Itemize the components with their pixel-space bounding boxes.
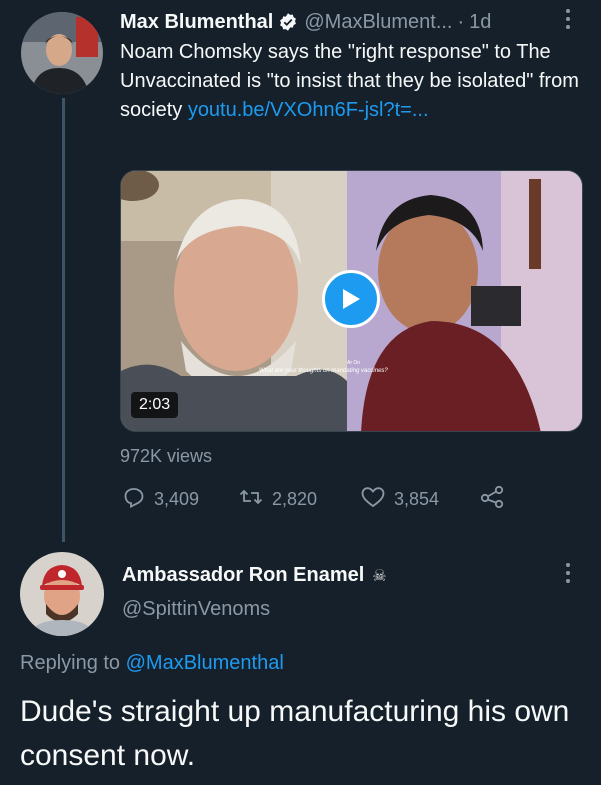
tweet-text: Noam Chomsky says the "right response" t… bbox=[120, 38, 590, 125]
avatar[interactable] bbox=[21, 12, 103, 94]
tweet-header: Max Blumenthal @MaxBlument... · 1d bbox=[120, 8, 590, 36]
more-vertical-icon[interactable] bbox=[562, 562, 574, 588]
tweet-link[interactable]: youtu.be/VXOhn6F-jsl?t=... bbox=[188, 99, 429, 121]
tweet-timestamp[interactable]: 1d bbox=[469, 11, 491, 34]
like-button[interactable]: 3,854 bbox=[360, 485, 439, 514]
skull-crossbones-icon: ☠ bbox=[372, 567, 387, 585]
retweet-icon bbox=[238, 485, 272, 514]
retweet-button[interactable]: 2,820 bbox=[238, 485, 317, 514]
reply-author-row: Ambassador Ron Enamel ☠ bbox=[122, 564, 387, 587]
separator-dot: · bbox=[457, 10, 465, 33]
tweet-actions: 3,409 2,820 3,854 bbox=[120, 484, 504, 514]
author-handle[interactable]: @MaxBlument... bbox=[304, 11, 452, 34]
heart-icon bbox=[360, 485, 394, 514]
more-vertical-icon[interactable] bbox=[562, 8, 574, 34]
retweet-count: 2,820 bbox=[272, 488, 318, 509]
reply-author-handle[interactable]: @SpittinVenoms bbox=[122, 598, 270, 621]
reply-icon bbox=[122, 485, 154, 514]
avatar[interactable] bbox=[20, 552, 104, 636]
video-duration: 2:03 bbox=[131, 392, 179, 418]
verified-badge-icon bbox=[278, 12, 298, 32]
reply-button[interactable]: 3,409 bbox=[122, 485, 199, 514]
reply-count: 3,409 bbox=[154, 488, 200, 509]
replying-handle-link[interactable]: @MaxBlumenthal bbox=[126, 652, 284, 674]
share-icon bbox=[480, 485, 514, 514]
like-count: 3,854 bbox=[394, 488, 440, 509]
view-count: 972K views bbox=[120, 446, 213, 466]
replying-to: Replying to @MaxBlumenthal bbox=[20, 652, 284, 675]
play-icon[interactable] bbox=[322, 270, 380, 328]
share-button[interactable] bbox=[480, 485, 514, 514]
replying-prefix: Replying to bbox=[20, 652, 126, 674]
thread-connector-line bbox=[62, 98, 65, 542]
video-caption-text: What are your thoughts on mandating vacc… bbox=[259, 368, 388, 374]
reply-text: Dude's straight up manufacturing his own… bbox=[20, 695, 570, 772]
author-name[interactable]: Max Blumenthal bbox=[120, 11, 273, 34]
reply-author-name[interactable]: Ambassador Ron Enamel bbox=[122, 564, 364, 587]
video-caption-name: Ar On bbox=[347, 360, 361, 366]
